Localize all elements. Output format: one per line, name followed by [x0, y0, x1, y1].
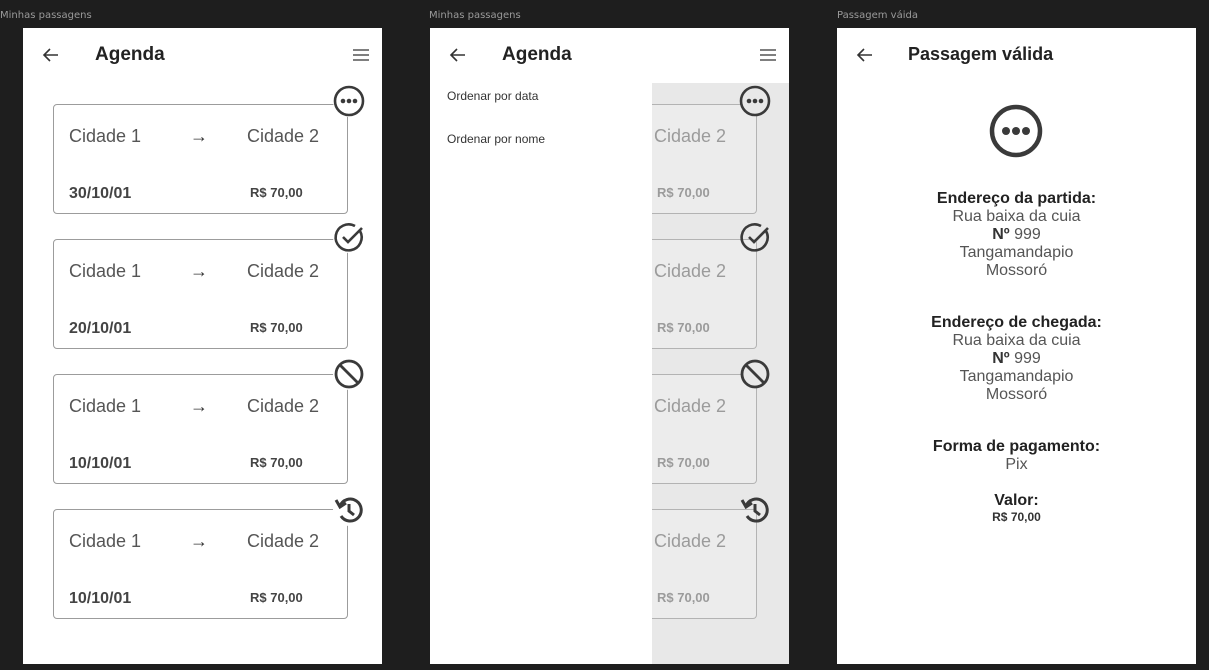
sort-by-name-option[interactable]: Ordenar por nome: [447, 132, 545, 146]
agenda-screen: Agenda Cidade 1 → Cidade 2 30/10/01 R$ 7…: [23, 28, 382, 664]
arrival-neighborhood: Tangamandapio: [959, 368, 1074, 385]
ticket-card[interactable]: Cidade 2 R$ 70,00: [652, 104, 757, 214]
cancel-icon[interactable]: [739, 358, 771, 390]
more-icon[interactable]: [333, 85, 365, 117]
ticket-date: 30/10/01: [69, 185, 132, 202]
value-heading: Valor:: [994, 492, 1039, 509]
ticket-price: R$ 70,00: [657, 455, 710, 470]
destination-city: Cidade 2: [654, 261, 727, 281]
page-title: Agenda: [95, 44, 165, 65]
back-arrow-icon[interactable]: [41, 45, 61, 65]
destination-city: Cidade 2: [247, 126, 320, 146]
ticket-card[interactable]: Cidade 1 → Cidade 2 10/10/01 R$ 70,00: [53, 374, 348, 484]
arrival-number: Nº 999: [837, 350, 1196, 368]
departure-street: Rua baixa da cuia: [952, 208, 1081, 225]
ticket-price: R$ 70,00: [250, 590, 303, 605]
arrival-heading: Endereço de chegada:: [931, 314, 1102, 331]
more-icon[interactable]: [739, 85, 771, 117]
ticket-card[interactable]: Cidade 2 R$ 70,00: [652, 374, 757, 484]
ticket-date: 10/10/01: [69, 455, 132, 472]
menu-icon[interactable]: [759, 47, 777, 63]
destination-city: Cidade 2: [654, 531, 727, 551]
departure-neighborhood: Tangamandapio: [959, 244, 1074, 261]
payment-heading: Forma de pagamento:: [932, 438, 1101, 455]
back-arrow-icon[interactable]: [448, 45, 468, 65]
ticket-card[interactable]: Cidade 1 → Cidade 2 30/10/01 R$ 70,00: [53, 104, 348, 214]
ticket-price: R$ 70,00: [657, 185, 710, 200]
ticket-detail-screen: Passagem válida Endereço da partida: Rua…: [837, 28, 1196, 664]
check-circle-icon[interactable]: [333, 221, 365, 253]
more-icon: [988, 103, 1044, 164]
origin-city: Cidade 1: [69, 126, 142, 146]
payment-value: Pix: [1005, 456, 1028, 473]
departure-address: Endereço da partida: Rua baixa da cuia N…: [837, 190, 1196, 280]
route-arrow: →: [190, 396, 208, 416]
check-circle-icon[interactable]: [739, 221, 771, 253]
ticket-card[interactable]: Cidade 1 → Cidade 2 10/10/01 R$ 70,00: [53, 509, 348, 619]
arrival-street: Rua baixa da cuia: [952, 332, 1081, 349]
value-amount: R$ 70,00: [992, 510, 1041, 524]
ticket-price: R$ 70,00: [250, 320, 303, 335]
destination-city: Cidade 2: [247, 396, 320, 416]
destination-city: Cidade 2: [654, 396, 727, 416]
number-value: 999: [1014, 226, 1041, 243]
route-arrow: →: [190, 126, 208, 146]
ticket-price: R$ 70,00: [657, 320, 710, 335]
history-icon[interactable]: [739, 494, 771, 526]
ticket-value: Valor: R$ 70,00: [837, 492, 1196, 524]
ticket-date: 20/10/01: [69, 320, 132, 337]
frame-label-agenda: Minhas passagens: [0, 10, 92, 21]
page-title: Passagem válida: [908, 44, 1054, 64]
payment-method: Forma de pagamento: Pix: [837, 438, 1196, 474]
cancel-icon[interactable]: [333, 358, 365, 390]
page-title: Agenda: [502, 44, 572, 65]
route-arrow: →: [190, 531, 208, 551]
arrival-city: Mossoró: [985, 386, 1048, 403]
ticket-price: R$ 70,00: [250, 455, 303, 470]
departure-number: Nº 999: [837, 226, 1196, 244]
ticket-price: R$ 70,00: [657, 590, 710, 605]
app-bar: Agenda: [430, 28, 789, 83]
ticket-card[interactable]: Cidade 1 → Cidade 2 20/10/01 R$ 70,00: [53, 239, 348, 349]
ticket-card[interactable]: Cidade 2 R$ 70,00: [652, 239, 757, 349]
destination-city: Cidade 2: [247, 531, 320, 551]
origin-city: Cidade 1: [69, 261, 142, 281]
departure-heading: Endereço da partida:: [936, 190, 1097, 207]
number-label: Nº: [992, 350, 1010, 367]
agenda-sort-drawer-screen: Agenda Ordenar por data Ordenar por nome…: [430, 28, 789, 664]
history-icon[interactable]: [333, 494, 365, 526]
app-bar: Passagem válida: [837, 28, 1196, 83]
origin-city: Cidade 1: [69, 531, 142, 551]
route-arrow: →: [190, 261, 208, 281]
back-arrow-icon[interactable]: [855, 45, 875, 65]
destination-city: Cidade 2: [654, 126, 727, 146]
ticket-date: 10/10/01: [69, 590, 132, 607]
frame-label-ticket-detail: Passagem váida: [837, 10, 918, 21]
destination-city: Cidade 2: [247, 261, 320, 281]
app-bar: Agenda: [23, 28, 382, 83]
number-value: 999: [1014, 350, 1041, 367]
menu-icon[interactable]: [352, 47, 370, 63]
sort-by-date-option[interactable]: Ordenar por data: [447, 89, 538, 103]
origin-city: Cidade 1: [69, 396, 142, 416]
number-label: Nº: [992, 226, 1010, 243]
arrival-address: Endereço de chegada: Rua baixa da cuia N…: [837, 314, 1196, 404]
frame-label-agenda-sorted: Minhas passagens: [429, 10, 521, 21]
ticket-price: R$ 70,00: [250, 185, 303, 200]
departure-city: Mossoró: [985, 262, 1048, 279]
